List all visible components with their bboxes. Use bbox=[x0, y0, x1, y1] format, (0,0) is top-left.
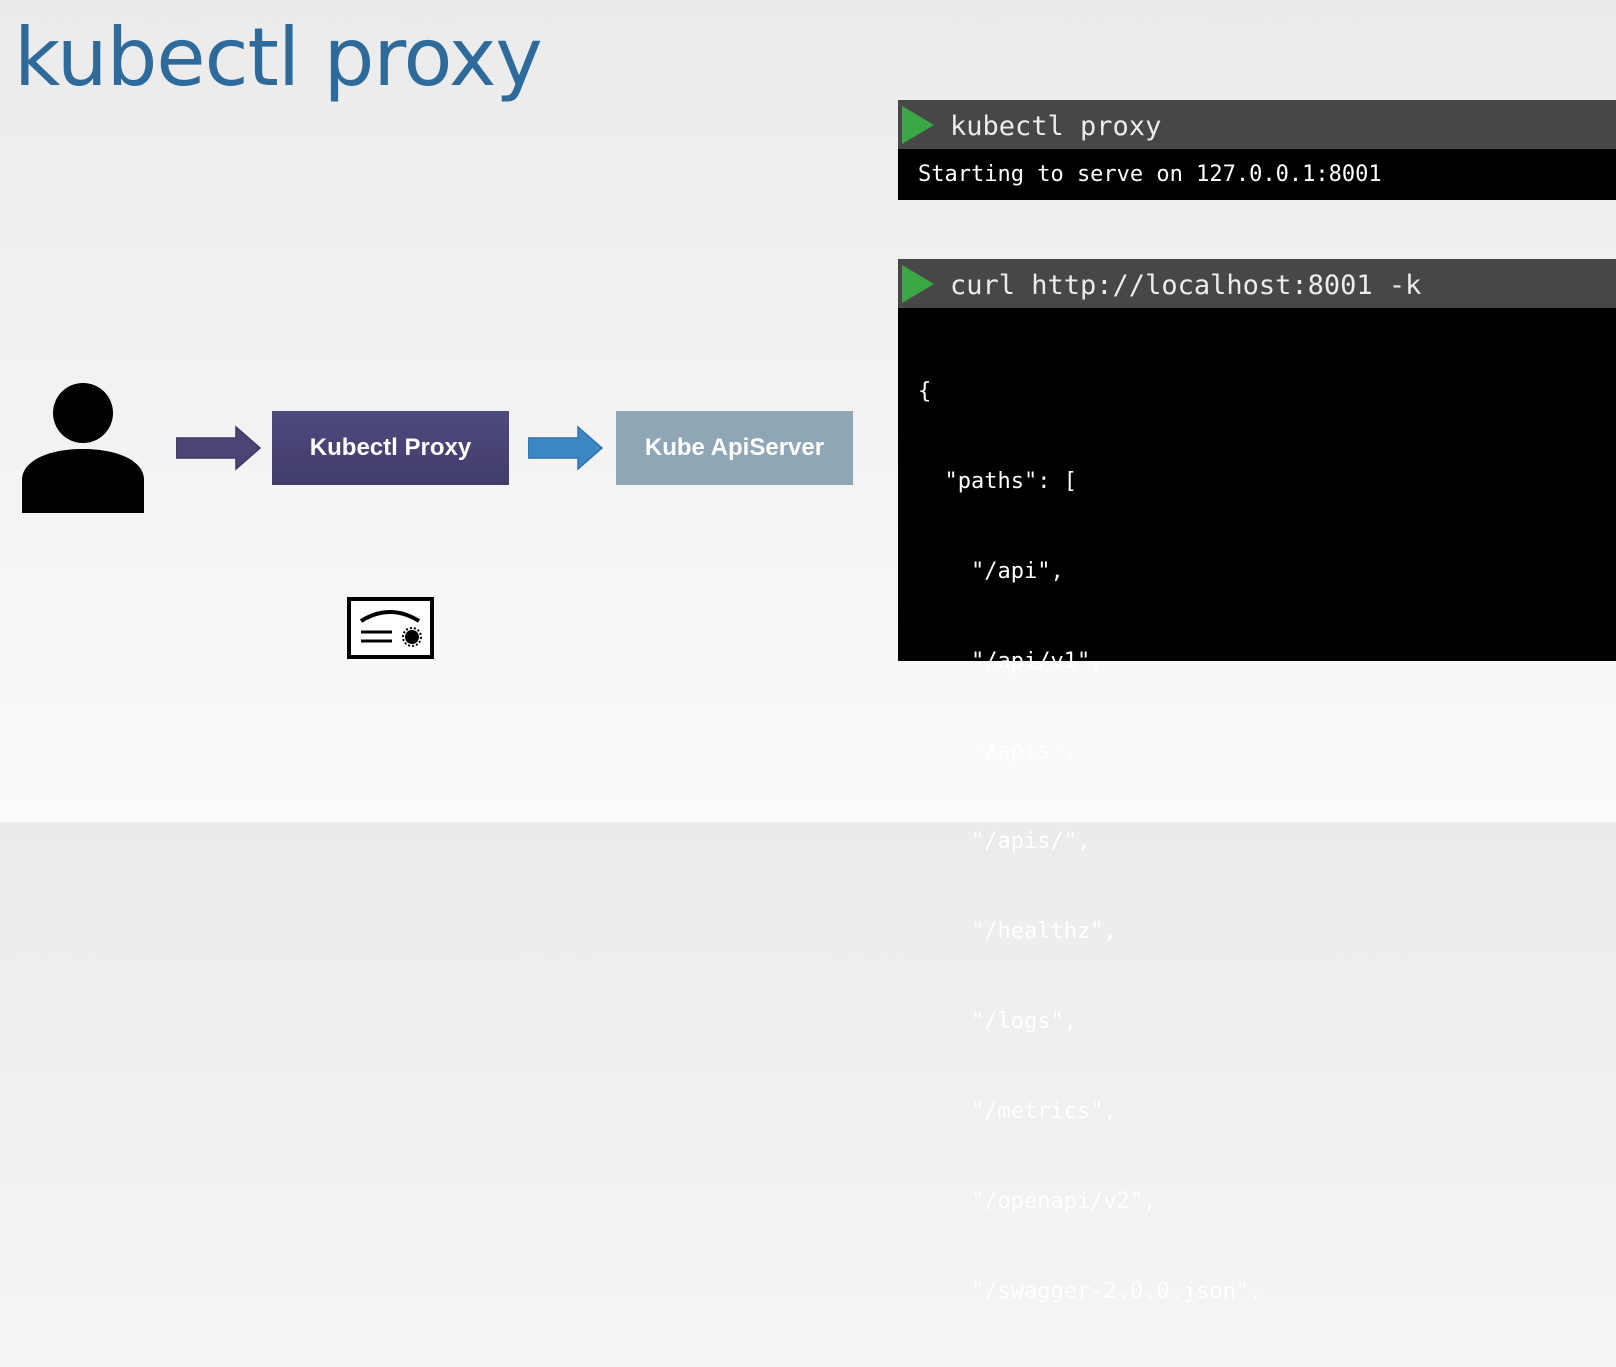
terminal-curl: curl http://localhost:8001 -k { "paths":… bbox=[898, 259, 1616, 1304]
output-line: "/api/v1", bbox=[918, 649, 1104, 674]
slide-title: kubectl proxy bbox=[14, 11, 543, 104]
kube-apiserver-box: Kube ApiServer bbox=[616, 411, 853, 485]
kubectl-proxy-box: Kubectl Proxy bbox=[272, 411, 509, 485]
output-line: "/logs", bbox=[918, 1009, 1077, 1034]
user-icon bbox=[22, 383, 144, 513]
certificate-icon bbox=[347, 597, 434, 659]
terminal-output: Starting to serve on 127.0.0.1:8001 bbox=[918, 162, 1382, 187]
play-prompt-icon bbox=[902, 265, 934, 303]
terminal-output: { "paths": [ "/api", "/api/v1", "/apis",… bbox=[898, 308, 1616, 1367]
output-line: "/openapi/v2", bbox=[918, 1189, 1157, 1214]
output-line: "/swagger-2.0.0.json", bbox=[918, 1279, 1263, 1304]
terminal-command: curl http://localhost:8001 -k bbox=[950, 270, 1422, 301]
terminal-kubectl-proxy: kubectl proxy Starting to serve on 127.0… bbox=[898, 100, 1616, 200]
output-line: { bbox=[918, 379, 932, 404]
output-line: "/api", bbox=[918, 559, 1064, 584]
terminal-command: kubectl proxy bbox=[950, 111, 1162, 142]
output-line: "/metrics", bbox=[918, 1099, 1117, 1124]
play-prompt-icon bbox=[902, 106, 934, 144]
terminal-command-bar: curl http://localhost:8001 -k bbox=[898, 259, 1616, 308]
output-line: "/apis", bbox=[918, 739, 1077, 764]
arrow-proxy-to-apiserver bbox=[528, 425, 604, 471]
output-line: "paths": [ bbox=[918, 469, 1077, 494]
arrow-user-to-proxy bbox=[176, 425, 262, 471]
output-line: "/apis/", bbox=[918, 829, 1091, 854]
output-line: "/healthz", bbox=[918, 919, 1117, 944]
terminal-command-bar: kubectl proxy bbox=[898, 100, 1616, 149]
